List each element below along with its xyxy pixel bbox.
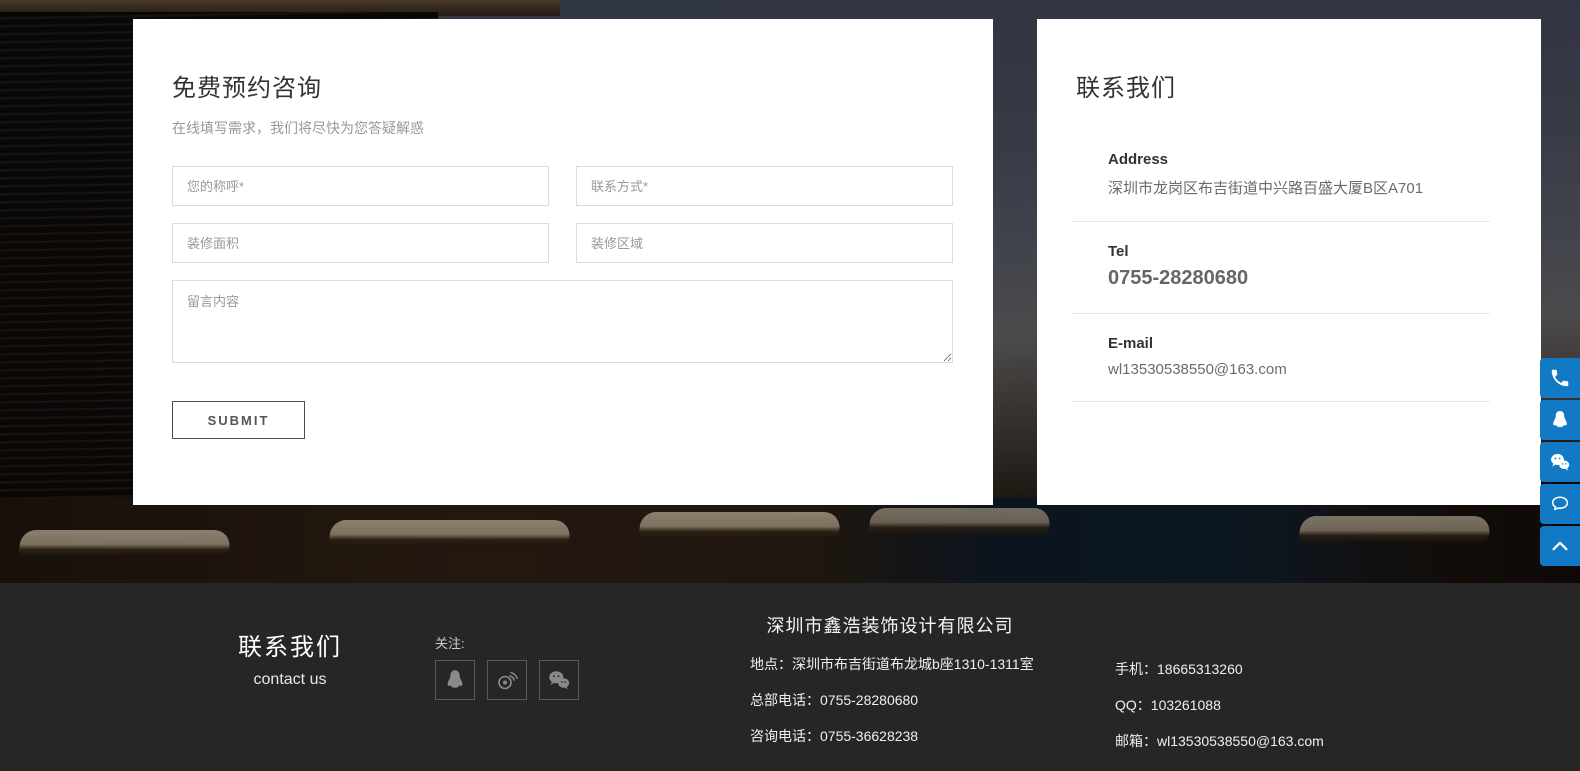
email-value: wl13530538550@163.com [1108, 361, 1490, 378]
back-to-top-icon [1549, 535, 1571, 557]
footer-contact-details: 手机：18665313260 QQ：103261088 邮箱：wl1353053… [1115, 659, 1324, 751]
footer: 联系我们 contact us 关注: [0, 583, 1580, 771]
wechat-button[interactable] [1540, 442, 1580, 482]
footer-email-line: 邮箱：wl13530538550@163.com [1115, 731, 1324, 751]
footer-follow: 关注: [435, 633, 579, 700]
wechat-icon [1549, 451, 1571, 473]
booking-form-grid [172, 166, 953, 263]
qq-button[interactable] [1540, 400, 1580, 440]
message-field[interactable] [172, 280, 953, 363]
page: 免费预约咨询 在线填写需求，我们将尽快为您答疑解惑 SUBMIT 联系我们 Ad… [0, 0, 1580, 771]
footer-heading-cn: 联系我们 [238, 627, 342, 662]
contact-field[interactable] [576, 166, 953, 206]
footer-heading-en: contact us [238, 671, 342, 689]
message-button[interactable] [1540, 484, 1580, 524]
tel-value: 0755-28280680 [1108, 267, 1490, 290]
message-icon [1549, 493, 1571, 515]
email-label: E-mail [1108, 335, 1490, 352]
address-value: 深圳市龙岗区布吉街道中兴路百盛大厦B区A701 [1108, 177, 1490, 198]
contact-card: 联系我们 Address 深圳市龙岗区布吉街道中兴路百盛大厦B区A701 Tel… [1037, 19, 1541, 505]
floating-toolbar [1540, 358, 1580, 568]
phone-icon [1549, 367, 1571, 389]
contact-list: Address 深圳市龙岗区布吉街道中兴路百盛大厦B区A701 Tel 0755… [1072, 130, 1490, 402]
social-links [435, 660, 579, 700]
qq-icon [443, 668, 467, 692]
qq-icon [1549, 409, 1571, 431]
qq-social-button[interactable] [435, 660, 475, 700]
company-name: 深圳市鑫浩装饰设计有限公司 [750, 612, 1030, 638]
area-field[interactable] [172, 223, 549, 263]
booking-form: SUBMIT [172, 166, 953, 439]
weibo-social-button[interactable] [487, 660, 527, 700]
booking-title: 免费预约咨询 [172, 19, 953, 103]
contact-title: 联系我们 [1037, 19, 1541, 103]
footer-address-line: 地点：深圳市布吉街道布龙城b座1310-1311室 [750, 654, 1030, 674]
follow-label: 关注: [435, 633, 579, 652]
contact-address-item: Address 深圳市龙岗区布吉街道中兴路百盛大厦B区A701 [1072, 130, 1490, 222]
region-field[interactable] [576, 223, 953, 263]
booking-card: 免费预约咨询 在线填写需求，我们将尽快为您答疑解惑 SUBMIT [133, 19, 993, 505]
submit-button[interactable]: SUBMIT [172, 401, 305, 439]
footer-qq-line: QQ：103261088 [1115, 695, 1324, 715]
contact-email-item: E-mail wl13530538550@163.com [1072, 314, 1490, 402]
footer-mobile-line: 手机：18665313260 [1115, 659, 1324, 679]
tel-label: Tel [1108, 243, 1490, 260]
contact-tel-item: Tel 0755-28280680 [1072, 222, 1490, 314]
footer-hq-phone-line: 总部电话：0755-28280680 [750, 690, 1030, 710]
weibo-icon [495, 668, 519, 692]
footer-consult-phone-line: 咨询电话：0755-36628238 [750, 726, 1030, 746]
footer-company-info: 深圳市鑫浩装饰设计有限公司 地点：深圳市布吉街道布龙城b座1310-1311室 … [750, 612, 1030, 746]
wechat-icon [547, 668, 571, 692]
address-label: Address [1108, 151, 1490, 168]
back-to-top-button[interactable] [1540, 526, 1580, 566]
booking-subtitle: 在线填写需求，我们将尽快为您答疑解惑 [172, 118, 953, 138]
phone-button[interactable] [1540, 358, 1580, 398]
name-field[interactable] [172, 166, 549, 206]
wechat-social-button[interactable] [539, 660, 579, 700]
footer-contact-heading: 联系我们 contact us [238, 627, 342, 689]
